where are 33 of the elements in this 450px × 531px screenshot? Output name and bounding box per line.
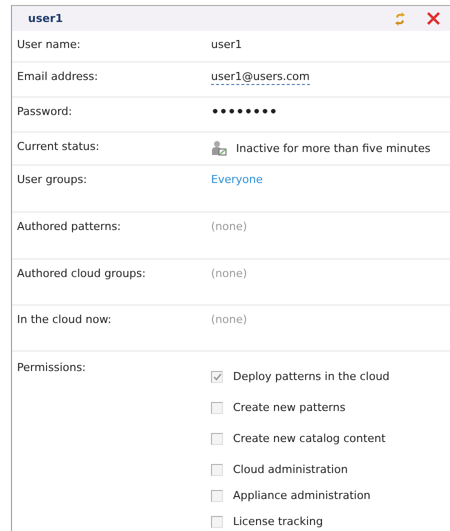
group-link[interactable]: Everyone [211,173,263,186]
field-label: User name: [17,38,82,51]
password-value: •••••••• [211,105,278,120]
panel-title: user1 [28,12,64,25]
field-label: Email address: [17,70,99,83]
field-label: Current status: [17,140,100,153]
field-value: user1 [211,38,242,51]
permission-label: Deploy patterns in the cloud [233,370,390,383]
field-label: Permissions: [17,361,87,376]
field-label: Authored cloud groups: [17,267,147,280]
permission-label: Cloud administration [233,463,348,476]
status-text: Inactive for more than five minutes [236,142,430,154]
field-label: User groups: [17,173,88,186]
field-label: In the cloud now: [17,313,112,326]
user-status-icon [211,140,227,156]
permission-label: Appliance administration [233,489,371,502]
field-value: (none) [211,267,248,280]
field-value: (none) [211,313,248,326]
refresh-icon[interactable] [393,10,407,26]
field-label: Authored patterns: [17,220,122,233]
permission-checkbox[interactable] [211,432,223,444]
close-icon[interactable] [427,12,440,25]
email-value[interactable]: user1@users.com [211,70,310,85]
permission-checkbox[interactable] [211,464,223,476]
field-label: Password: [17,105,74,118]
permission-checkbox[interactable] [211,516,223,528]
permission-checkbox[interactable] [211,490,223,502]
permission-checkbox[interactable] [211,402,223,414]
permission-label: Create new patterns [233,401,346,414]
permission-label: Create new catalog content [233,432,386,445]
permission-label: License tracking [233,515,323,528]
permission-checkbox[interactable] [211,370,223,382]
field-value: (none) [211,220,248,233]
